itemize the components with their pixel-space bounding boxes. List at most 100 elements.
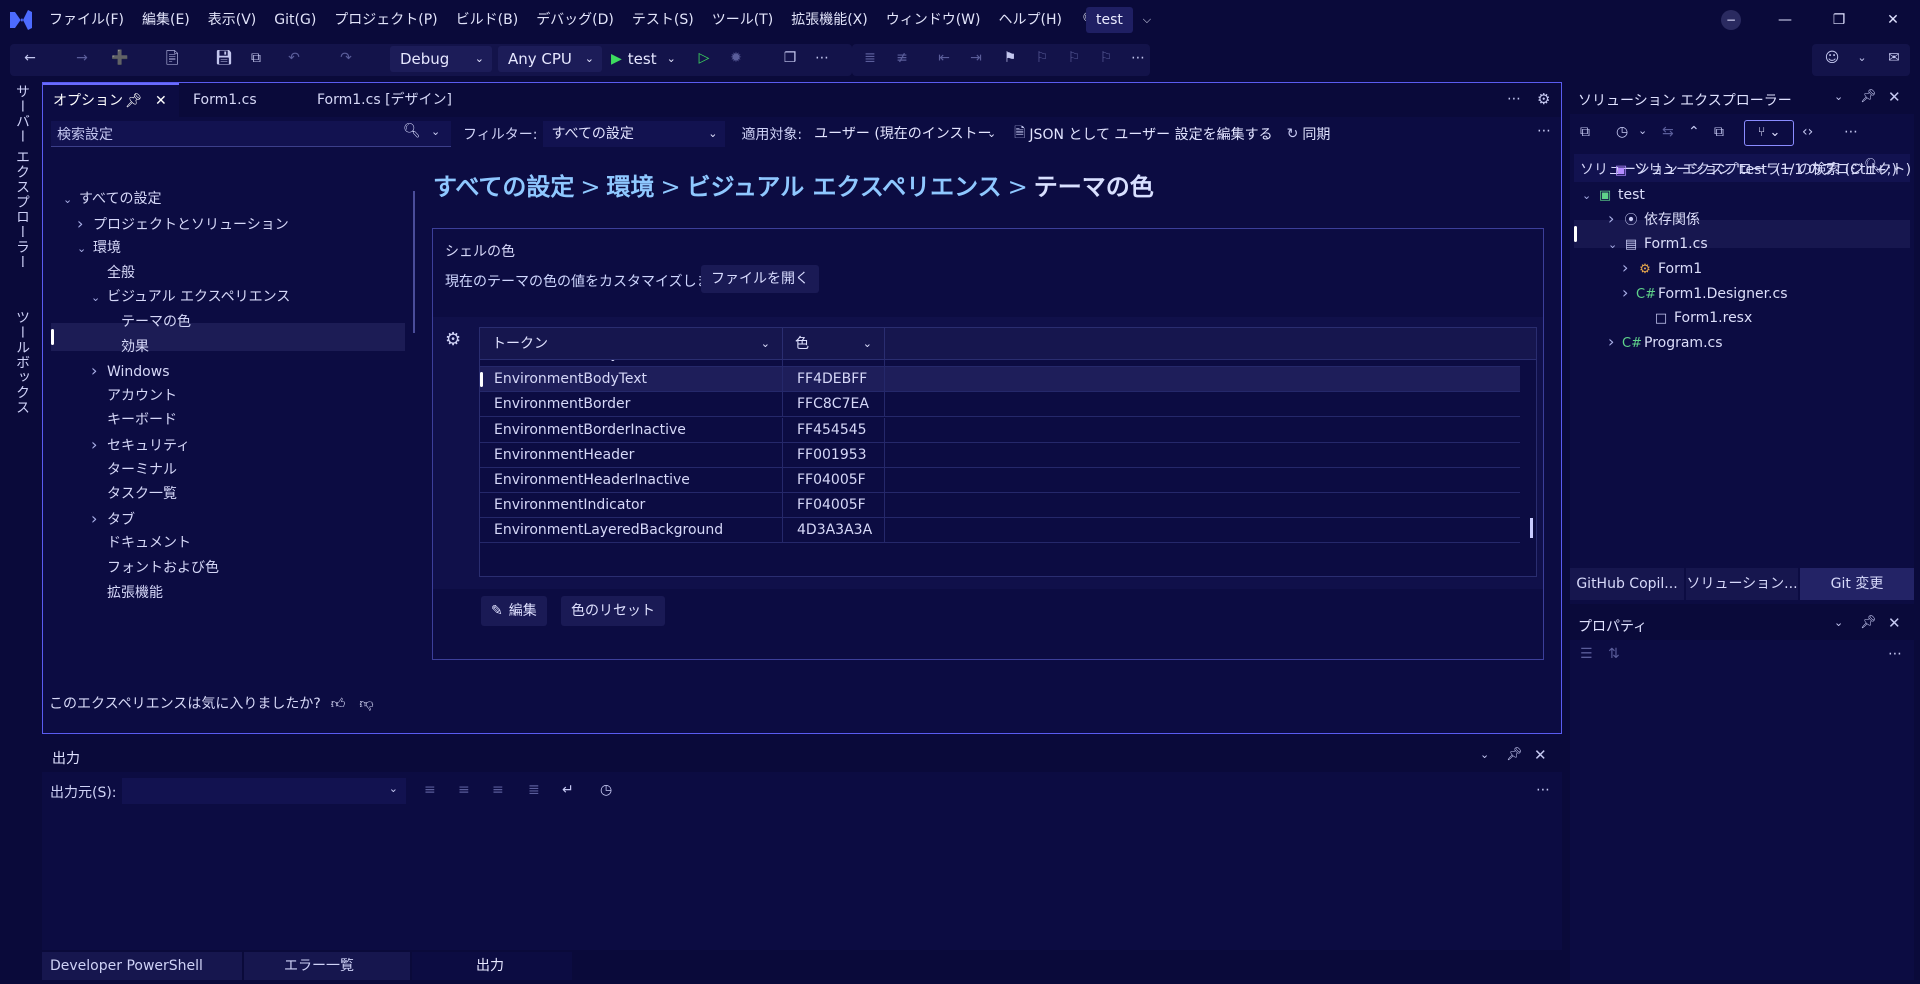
- edit-json-link[interactable]: JSON として ユーザー 設定を編集する: [1029, 124, 1272, 144]
- save-all-icon[interactable]: ⧉: [246, 49, 266, 67]
- output-more-icon[interactable]: ⋯: [1536, 782, 1550, 798]
- color-cell[interactable]: FF04005F: [783, 468, 885, 493]
- switch-views-icon[interactable]: ⧉: [1580, 124, 1590, 140]
- solution-tree-item[interactable]: › C# Form1.Designer.cs: [1622, 279, 1788, 307]
- tree-item[interactable]: 拡張機能: [91, 581, 163, 605]
- chevron-down-icon[interactable]: ⌄: [1638, 124, 1647, 137]
- chevron-down-icon[interactable]: ⌄: [1608, 231, 1622, 259]
- bookmark-icon[interactable]: ⚑: [1000, 49, 1020, 67]
- tree-item[interactable]: ⌄ ビジュアル エクスペリエンス: [91, 285, 290, 309]
- solution-tree-item[interactable]: › ⚙ Form1: [1622, 254, 1702, 282]
- tab-solution-explorer[interactable]: ソリューション...: [1686, 568, 1798, 600]
- color-cell[interactable]: 4D3A3A3A: [783, 518, 885, 543]
- grid-settings-gear-icon[interactable]: ⚙: [445, 329, 461, 350]
- options-more-icon[interactable]: ⋯: [1537, 123, 1551, 139]
- categorized-icon[interactable]: ☰: [1580, 646, 1593, 662]
- filter-select[interactable]: すべての設定 ⌄: [543, 121, 726, 147]
- chevron-right-icon[interactable]: ›: [77, 212, 93, 236]
- platform-select[interactable]: Any CPU ⌄: [498, 46, 602, 72]
- collapse-all-icon[interactable]: ⌃: [1688, 124, 1700, 140]
- tree-item[interactable]: タスク一覧: [91, 482, 177, 506]
- tree-item[interactable]: › セキュリティ: [91, 433, 190, 457]
- server-explorer-tab[interactable]: サーバー エクスプローラー: [12, 84, 32, 269]
- chevron-right-icon[interactable]: ›: [1622, 254, 1636, 282]
- tree-item[interactable]: ターミナル: [91, 458, 177, 482]
- menu-window[interactable]: ウィンドウ(W): [877, 0, 990, 40]
- table-row[interactable]: EnvironmentHeaderInactive FF04005F: [480, 468, 1520, 493]
- menu-test[interactable]: テスト(S): [623, 0, 703, 40]
- menu-build[interactable]: ビルド(B): [447, 0, 528, 40]
- open-file-icon[interactable]: 📄︎: [162, 49, 182, 67]
- copilot-icon[interactable]: ☺: [1822, 49, 1842, 67]
- tab-github-copilot[interactable]: GitHub Copil...: [1570, 568, 1684, 600]
- close-icon[interactable]: ✕: [1534, 746, 1547, 764]
- chevron-down-icon[interactable]: ⌄: [1582, 182, 1596, 210]
- breadcrumb-all-settings[interactable]: すべての設定: [433, 173, 574, 201]
- menu-extensions[interactable]: 拡張機能(X): [782, 0, 877, 40]
- menu-file[interactable]: ファイル(F): [40, 0, 133, 40]
- chevron-right-icon[interactable]: ›: [91, 433, 107, 457]
- properties-more-icon[interactable]: ⋯: [1888, 646, 1902, 662]
- sync-button[interactable]: 同期: [1302, 124, 1330, 144]
- configuration-select[interactable]: Debug ⌄: [390, 46, 492, 72]
- tree-item[interactable]: フォントおよび色: [91, 556, 219, 580]
- menu-tools[interactable]: ツール(T): [703, 0, 782, 40]
- tree-item[interactable]: › タブ: [91, 507, 135, 531]
- close-icon[interactable]: ✕: [1888, 614, 1901, 632]
- chevron-down-icon[interactable]: ⌄: [1852, 49, 1872, 67]
- tree-item[interactable]: › プロジェクトとソリューション: [77, 212, 289, 236]
- color-cell[interactable]: FFC8C7EA: [783, 392, 885, 417]
- chevron-right-icon[interactable]: ›: [1622, 279, 1636, 307]
- thumbs-down-icon[interactable]: 👎︎: [359, 695, 373, 712]
- solution-tree-item[interactable]: › ⦿ 依存関係: [1608, 205, 1700, 233]
- tab-output[interactable]: 出力: [412, 952, 572, 980]
- gear-icon[interactable]: ⚙: [1537, 90, 1550, 108]
- chevron-down-icon[interactable]: ⌄: [77, 237, 93, 261]
- back-icon[interactable]: ←: [20, 49, 40, 67]
- start-debugging-button[interactable]: ▶ test ⌄: [611, 46, 676, 72]
- table-row[interactable]: EnvironmentHeader FF001953: [480, 443, 1520, 468]
- redo-icon[interactable]: ↷: [336, 49, 356, 67]
- table-row[interactable]: EnvironmentBorderInactive FF454545: [480, 418, 1520, 443]
- code-view-icon[interactable]: ‹›: [1802, 124, 1813, 140]
- color-cell[interactable]: FF4DEBFF: [783, 367, 885, 392]
- close-icon[interactable]: ✕: [1888, 88, 1901, 106]
- new-project-icon[interactable]: ➕: [110, 49, 130, 67]
- menu-debug[interactable]: デバッグ(D): [527, 0, 623, 40]
- close-window-button[interactable]: ✕: [1866, 0, 1920, 40]
- tree-item[interactable]: 効果: [105, 335, 149, 359]
- chevron-right-icon[interactable]: ›: [1608, 328, 1622, 356]
- hot-reload-icon[interactable]: ✹: [726, 49, 746, 67]
- chevron-right-icon[interactable]: ›: [91, 359, 107, 383]
- tree-item[interactable]: › Windows: [91, 359, 170, 383]
- solution-tree-item[interactable]: ▣ ソリューション 'test' (1/1 のプロジェクト): [1598, 156, 1911, 184]
- filter-toggle-button[interactable]: ⑂ ⌄: [1744, 120, 1794, 146]
- tab-error-list[interactable]: エラー一覧: [244, 952, 410, 980]
- open-file-button[interactable]: ファイルを開く: [701, 265, 819, 293]
- search-icon[interactable]: 🔍︎: [403, 123, 421, 139]
- grid-scrollbar-thumb[interactable]: [1530, 518, 1533, 538]
- device-preview-icon[interactable]: ❐: [780, 49, 800, 67]
- pin-icon[interactable]: 📌︎: [1506, 747, 1523, 762]
- comment-icon[interactable]: ≣: [860, 49, 880, 67]
- edit-color-button[interactable]: ✎ 編集: [481, 596, 547, 626]
- more-toolbar-icon[interactable]: ⋯: [812, 49, 832, 67]
- restore-button[interactable]: ❐: [1812, 0, 1866, 40]
- chevron-down-icon[interactable]: ⌄: [91, 286, 107, 310]
- uncomment-icon[interactable]: ≢: [892, 49, 912, 67]
- tree-item[interactable]: アカウント: [91, 384, 177, 408]
- toolbox-tab[interactable]: ツールボックス: [12, 310, 32, 415]
- more-editor-toolbar-icon[interactable]: ⋯: [1128, 49, 1148, 67]
- column-header-token[interactable]: トークン ⌄: [480, 328, 783, 360]
- indent-icon[interactable]: ⇥: [966, 49, 986, 67]
- tree-item[interactable]: テーマの色: [105, 310, 191, 334]
- tab-options[interactable]: オプション 📌︎ ✕: [43, 83, 179, 117]
- menu-help[interactable]: ヘルプ(H): [990, 0, 1071, 40]
- color-cell[interactable]: FF04005F: [783, 493, 885, 518]
- pin-icon[interactable]: 📌︎: [125, 85, 143, 117]
- show-all-files-icon[interactable]: ⧉: [1714, 124, 1724, 140]
- menu-git[interactable]: Git(G): [265, 0, 325, 40]
- feedback-icon[interactable]: ✉: [1884, 49, 1904, 67]
- start-without-debugging-icon[interactable]: ▷: [694, 49, 714, 67]
- clear-bookmarks-icon[interactable]: ⚐: [1096, 49, 1116, 67]
